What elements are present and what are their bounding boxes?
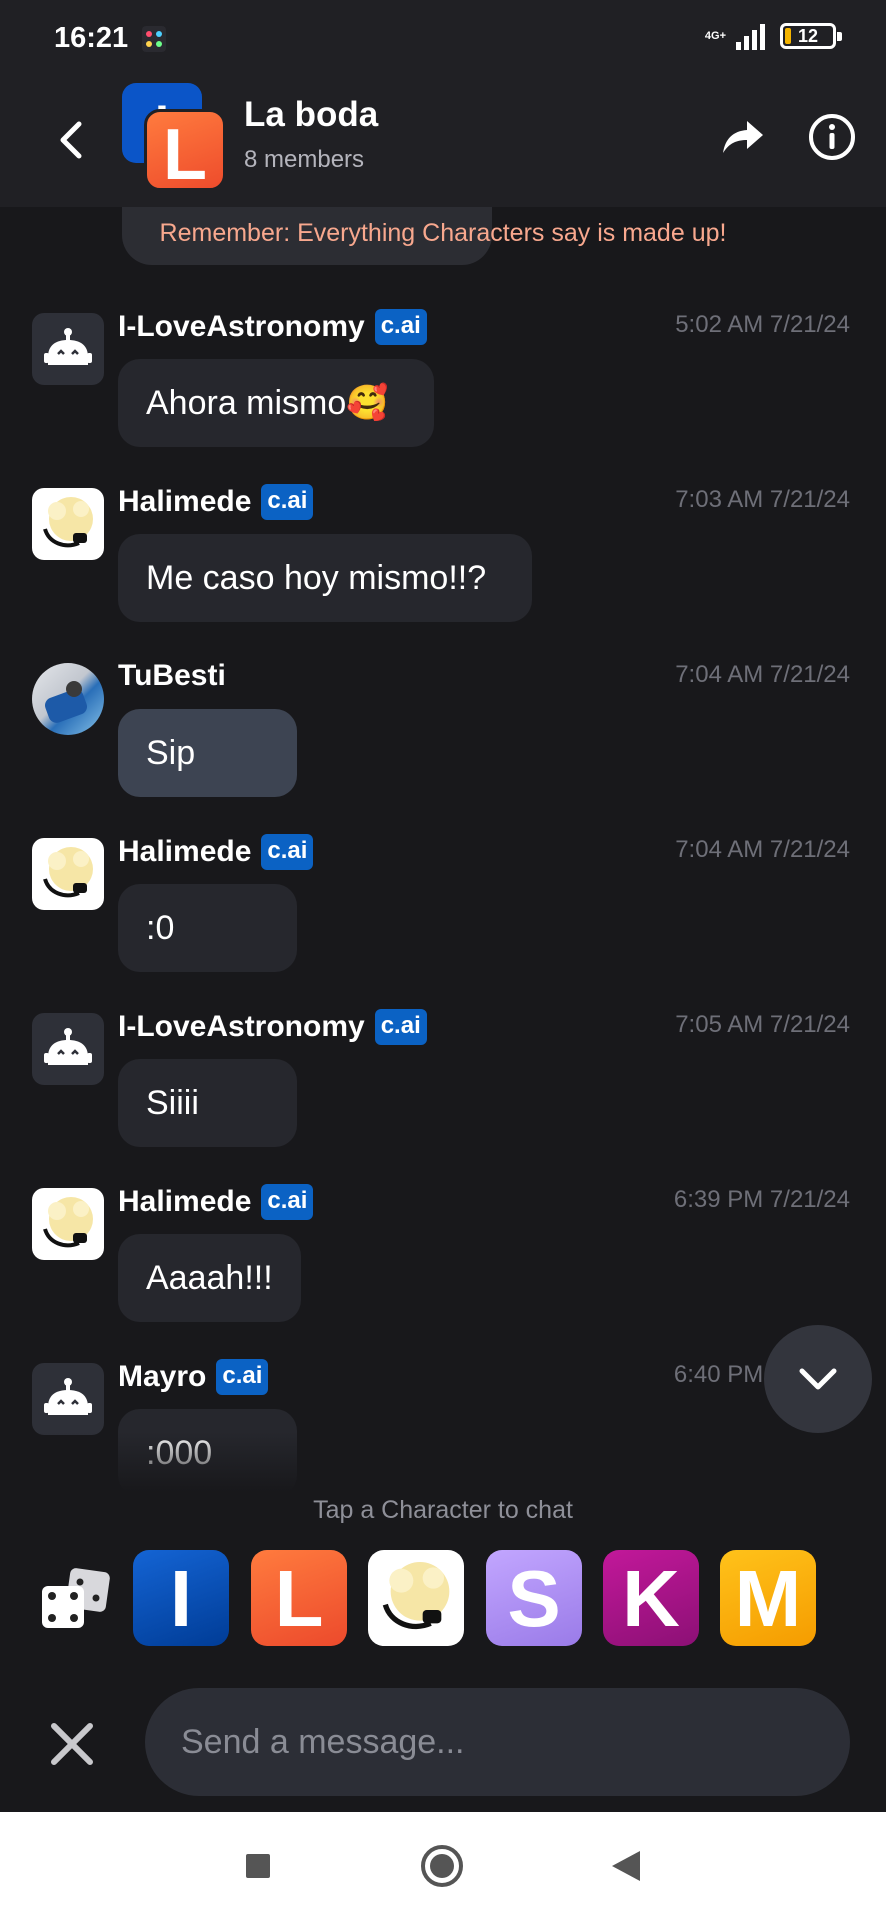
sender-name[interactable]: TuBesti: [118, 659, 226, 693]
message: Halimede c.ai 7:04 AM 7/21/24 :0: [0, 828, 886, 978]
chat-fade: [0, 1432, 886, 1492]
robot-icon: [44, 1378, 92, 1415]
halimede-icon: [43, 1197, 93, 1248]
random-character-button[interactable]: [40, 1568, 112, 1630]
robot-icon: [44, 328, 92, 365]
message-timestamp: 7:04 AM 7/21/24: [675, 661, 850, 688]
recents-button[interactable]: [228, 1836, 288, 1896]
system-nav-bar: [0, 1812, 886, 1920]
sender-info: Mayro c.ai: [118, 1359, 269, 1395]
sender-info: Halimede c.ai: [118, 834, 314, 870]
chevron-down-icon: [799, 1368, 837, 1390]
avatar[interactable]: [32, 313, 104, 385]
avatar[interactable]: [32, 1363, 104, 1435]
message: TuBesti 7:04 AM 7/21/24 Sip: [0, 653, 886, 803]
character-avatar-i[interactable]: I: [133, 1550, 229, 1646]
avatar[interactable]: [32, 1188, 104, 1260]
status-time: 16:21: [54, 22, 129, 54]
character-avatar-s[interactable]: S: [486, 1550, 582, 1646]
avatar[interactable]: [32, 488, 104, 560]
group-avatar[interactable]: I L: [122, 83, 228, 195]
message-timestamp: 6:39 PM 7/21/24: [673, 1186, 850, 1213]
message-bubble[interactable]: Ahora mismo🥰: [118, 359, 434, 447]
home-button[interactable]: [412, 1836, 472, 1896]
robot-icon: [44, 1028, 92, 1065]
sender-info: Halimede c.ai: [118, 1184, 314, 1220]
character-avatar-l[interactable]: L: [251, 1550, 347, 1646]
character-avatar-m[interactable]: M: [720, 1550, 816, 1646]
cai-badge: c.ai: [261, 834, 314, 870]
nav-square-icon: [246, 1854, 270, 1878]
back-button[interactable]: [40, 105, 100, 175]
composer: [0, 1680, 886, 1800]
status-bar: 16:21 4G+ 12: [0, 0, 886, 75]
sender-name[interactable]: Halimede: [118, 835, 251, 869]
character-picker: I L S K M: [0, 1548, 886, 1646]
chat-title[interactable]: La boda: [244, 95, 378, 135]
cai-badge: c.ai: [374, 1009, 427, 1045]
message-timestamp: 7:04 AM 7/21/24: [675, 836, 850, 863]
message-bubble[interactable]: :0: [118, 884, 297, 972]
message-bubble[interactable]: Siiii: [118, 1059, 297, 1147]
message-bubble[interactable]: Me caso hoy mismo!!?: [118, 534, 532, 622]
sender-info: I-LoveAstronomy c.ai: [118, 1009, 427, 1045]
halimede-icon: [382, 1562, 450, 1630]
network-type: 4G+: [704, 30, 726, 42]
message: I-LoveAstronomy c.ai 5:02 AM 7/21/24 Aho…: [0, 303, 886, 453]
status-indicators: 4G+ 12: [704, 22, 842, 50]
disclaimer-text: Remember: Everything Characters say is m…: [159, 219, 727, 247]
character-avatar-halimede[interactable]: [368, 1550, 464, 1646]
back-arrow-icon: [60, 121, 82, 159]
message: Halimede c.ai 7:03 AM 7/21/24 Me caso ho…: [0, 478, 886, 628]
share-button[interactable]: [716, 107, 770, 167]
chat-header: I L La boda 8 members: [0, 75, 886, 207]
close-icon: [51, 1723, 93, 1765]
message-input[interactable]: [145, 1688, 850, 1796]
cai-badge: c.ai: [261, 1184, 314, 1220]
avatar[interactable]: [32, 663, 104, 735]
chat-messages[interactable]: Remember: Everything Characters say is m…: [0, 207, 886, 1492]
message: Halimede c.ai 6:39 PM 7/21/24 Aaaah!!!: [0, 1178, 886, 1328]
nav-circle-icon: [421, 1845, 463, 1887]
share-icon: [723, 121, 763, 153]
avatar[interactable]: [32, 838, 104, 910]
message-bubble[interactable]: Sip: [118, 709, 297, 797]
nav-triangle-icon: [612, 1851, 640, 1881]
sender-name[interactable]: I-LoveAstronomy: [118, 310, 365, 344]
signal-icon: [736, 24, 765, 50]
halimede-icon: [43, 497, 93, 548]
cai-badge: c.ai: [261, 484, 314, 520]
sender-name[interactable]: Halimede: [118, 485, 251, 519]
message-timestamp: 7:05 AM 7/21/24: [675, 1011, 850, 1038]
sender-info: Halimede c.ai: [118, 484, 314, 520]
group-avatar-front: L: [144, 109, 226, 195]
message-bubble[interactable]: Aaaah!!!: [118, 1234, 301, 1322]
member-count: 8 members: [244, 146, 365, 173]
back-nav-button[interactable]: [596, 1836, 656, 1896]
scroll-to-bottom-button[interactable]: [764, 1325, 872, 1433]
info-icon: [809, 114, 855, 160]
app-notification-icon: [142, 26, 166, 52]
sender-info: I-LoveAstronomy c.ai: [118, 309, 427, 345]
sender-info: TuBesti: [118, 659, 226, 693]
info-button[interactable]: [802, 107, 862, 167]
dice-icon: [42, 1568, 110, 1628]
message-timestamp: 5:02 AM 7/21/24: [675, 311, 850, 338]
sender-name[interactable]: Mayro: [118, 1360, 206, 1394]
avatar[interactable]: [32, 1013, 104, 1085]
halimede-icon: [43, 847, 93, 898]
cai-badge: c.ai: [216, 1359, 269, 1395]
message-timestamp: 7:03 AM 7/21/24: [675, 486, 850, 513]
sender-name[interactable]: I-LoveAstronomy: [118, 1010, 365, 1044]
sender-name[interactable]: Halimede: [118, 1185, 251, 1219]
cai-badge: c.ai: [374, 309, 427, 345]
message: I-LoveAstronomy c.ai 7:05 AM 7/21/24 Sii…: [0, 1003, 886, 1153]
close-button[interactable]: [42, 1714, 102, 1774]
battery-indicator: 12: [780, 23, 842, 49]
tap-character-hint: Tap a Character to chat: [313, 1496, 573, 1524]
battery-level: 12: [797, 25, 819, 46]
character-avatar-k[interactable]: K: [603, 1550, 699, 1646]
